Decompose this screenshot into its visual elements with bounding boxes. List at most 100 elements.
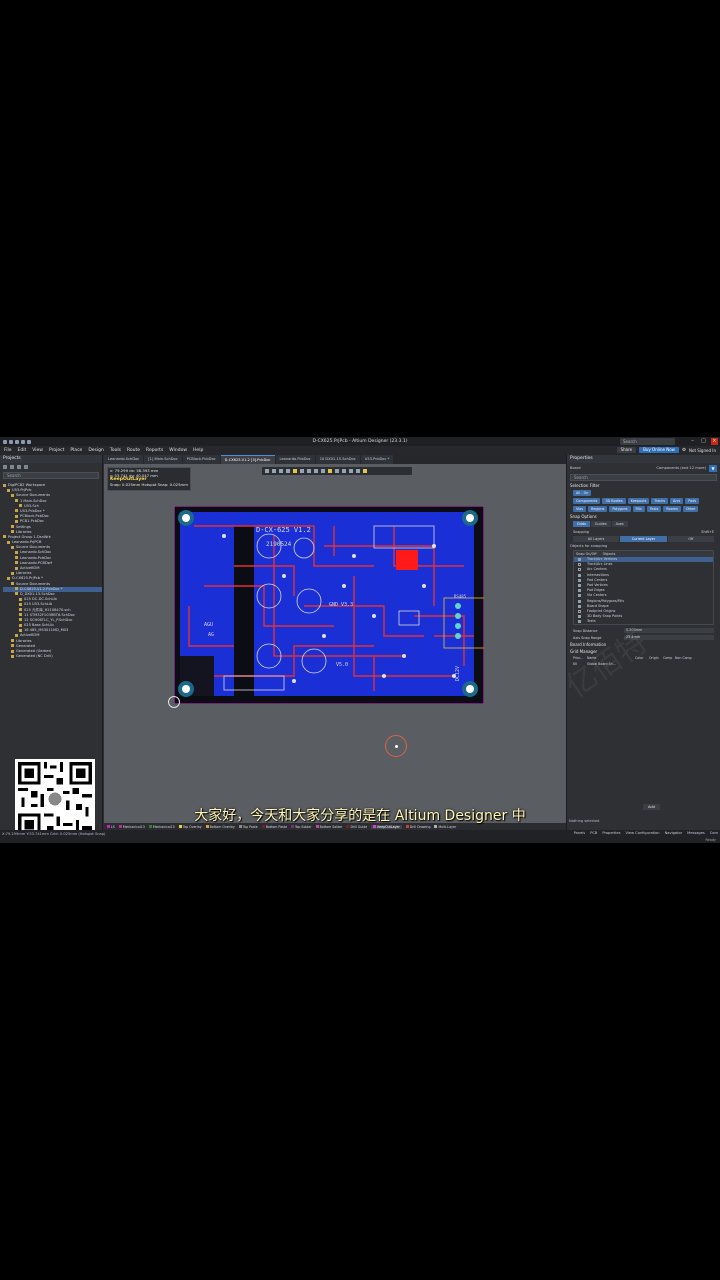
share-button[interactable]: Share [616, 447, 637, 453]
layer-tab[interactable]: Mechanical13 [118, 825, 145, 829]
filter-chip[interactable]: Rooms [663, 506, 681, 512]
snap-mode-button[interactable]: Grids [573, 521, 590, 527]
snapping-scope-button[interactable]: Current Layer [620, 536, 667, 542]
save-project-icon[interactable] [10, 465, 14, 469]
layer-tab[interactable]: Bottom Solder [315, 825, 342, 829]
board-information-title[interactable]: Board Information [570, 641, 717, 648]
menu-help[interactable]: Help [193, 448, 203, 453]
select-icon[interactable] [272, 469, 276, 473]
filter-chip[interactable]: Arcs [670, 498, 684, 504]
line-icon[interactable] [349, 469, 353, 473]
panel-button[interactable]: Messages [687, 831, 705, 835]
all-on-button[interactable]: All - On [573, 490, 592, 496]
projects-search-input[interactable]: Search [3, 472, 99, 479]
via-icon[interactable] [314, 469, 318, 473]
document-tab[interactable]: D-CX625-V1.2 [3].PcbDoc [220, 455, 275, 464]
filter-chip[interactable]: Keepouts [627, 498, 650, 504]
align-icon[interactable] [286, 469, 290, 473]
document-tab[interactable]: Leonardo.SchDoc [104, 455, 144, 464]
project-tree[interactable]: DigiPCB2 Workspace U53.PrjPcb Source Docum… [0, 480, 102, 659]
snapping-scope-button[interactable]: All Layers [573, 536, 620, 542]
panel-button[interactable]: Com [710, 831, 718, 835]
polygon-icon[interactable] [321, 469, 325, 473]
menu-route[interactable]: Route [127, 448, 140, 453]
snap-object-checkbox[interactable] [578, 568, 581, 572]
minimize-icon[interactable]: – [689, 438, 696, 445]
snap-object-checkbox[interactable] [578, 584, 581, 588]
snap-object-checkbox[interactable] [578, 578, 581, 582]
grid-row[interactable]: 80 Global Board Sn... [573, 662, 714, 667]
panel-button[interactable]: Navigator [665, 831, 683, 835]
selection-filter-title[interactable]: Selection Filter [570, 482, 717, 489]
document-tab[interactable]: Leonardo.PcbDoc [275, 455, 315, 464]
filter-chip[interactable]: Tracks [651, 498, 668, 504]
snap-object-checkbox[interactable] [578, 563, 581, 567]
board-value[interactable]: Components (and 12 more) [656, 465, 706, 471]
filter-chip[interactable]: Vias [573, 506, 587, 512]
menu-window[interactable]: Window [169, 448, 187, 453]
refresh-icon[interactable] [17, 465, 21, 469]
grid-manager-title[interactable]: Grid Manager [570, 648, 717, 655]
place-component-icon[interactable] [293, 469, 297, 473]
document-tab[interactable]: U53.PcbDoc * [360, 455, 394, 464]
filter-chip[interactable]: Pads [685, 498, 700, 504]
active-bar-toolbar[interactable] [262, 467, 412, 475]
menu-reports[interactable]: Reports [146, 448, 163, 453]
tree-item[interactable]: Generated (NC Drill) [3, 654, 102, 659]
snap-options-title[interactable]: Snap Options [570, 513, 717, 520]
pcb-board[interactable]: D-CX-625 V1.2 2190524 GND V3.3 V5.0 AGU … [174, 506, 484, 704]
snap-object-checkbox[interactable] [578, 589, 581, 593]
pcb-canvas[interactable]: x: 79.299 dx: 58.393 mm y: 53.741 dy: 40… [104, 464, 566, 830]
gear-icon[interactable]: ⚙ [682, 448, 686, 453]
maximize-icon[interactable]: □ [700, 438, 707, 445]
buy-online-button[interactable]: Buy Online Now [639, 447, 679, 453]
panel-button[interactable]: Properties [602, 831, 620, 835]
layer-tab[interactable]: Bottom Paste [261, 825, 287, 829]
layer-tab[interactable]: LS [107, 825, 115, 829]
snap-distance-input[interactable]: 0.203mm [624, 628, 714, 634]
layer-tab[interactable]: Mechanical15 [148, 825, 175, 829]
menu-place[interactable]: Place [70, 448, 82, 453]
layer-tab[interactable]: Bottom Overlay [205, 825, 235, 829]
layer-tab[interactable]: Multi-Layer [434, 825, 456, 829]
filter-chip[interactable]: Regions [588, 506, 608, 512]
document-tab[interactable]: 10 DX01-15.SchDoc [315, 455, 360, 464]
filter-chip[interactable]: Texts [646, 506, 662, 512]
layer-tab[interactable]: KeepOutLayer [371, 824, 402, 829]
snap-object-checkbox[interactable] [578, 620, 581, 624]
menu-project[interactable]: Project [49, 448, 64, 453]
layer-tab[interactable]: Drill Drawing [405, 825, 430, 829]
layer-tab[interactable]: Top Solder [291, 825, 312, 829]
panel-button[interactable]: PCB [590, 831, 597, 835]
region-icon[interactable] [356, 469, 360, 473]
layer-tab[interactable]: Drill Guide [346, 825, 367, 829]
snap-object-row[interactable]: Texts [574, 619, 713, 624]
settings-icon[interactable] [24, 465, 28, 469]
snap-object-checkbox[interactable] [578, 615, 581, 619]
filter-chip[interactable]: 3D Bodies [602, 498, 626, 504]
snap-object-checkbox[interactable] [578, 573, 581, 577]
snap-object-checkbox[interactable] [578, 599, 581, 603]
menu-file[interactable]: File [4, 448, 12, 453]
panel-button[interactable]: Panels [574, 831, 586, 835]
project-options-icon[interactable] [3, 465, 7, 469]
layer-tab[interactable]: Top Overlay [178, 825, 202, 829]
global-search-input[interactable]: Search [620, 438, 675, 445]
menu-tools[interactable]: Tools [110, 448, 121, 453]
menu-edit[interactable]: Edit [18, 448, 27, 453]
properties-search-input[interactable]: Search [570, 474, 717, 481]
move-icon[interactable] [279, 469, 283, 473]
snap-object-checkbox[interactable] [578, 558, 581, 562]
snap-mode-button[interactable]: Guides [590, 521, 611, 527]
document-tab[interactable]: [1] Main.SchDoc [144, 455, 182, 464]
snap-object-checkbox[interactable] [578, 609, 581, 613]
filter-icon[interactable] [265, 469, 269, 473]
panel-button[interactable]: View Configuration [626, 831, 660, 835]
axis-snap-input[interactable]: 25.4mm [624, 635, 714, 641]
menu-view[interactable]: View [32, 448, 43, 453]
user-status[interactable]: Not Signed In [689, 448, 716, 453]
menu-design[interactable]: Design [88, 448, 104, 453]
filter-chip[interactable]: Fills [632, 506, 645, 512]
layer-tab[interactable]: Top Paste [238, 825, 258, 829]
snap-object-checkbox[interactable] [578, 604, 581, 608]
